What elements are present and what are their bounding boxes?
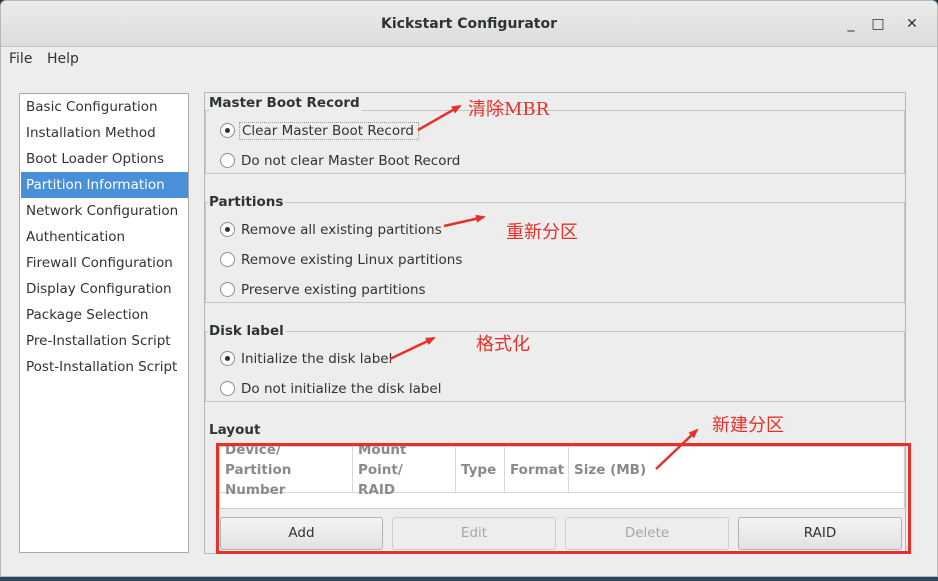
radio-label: Remove existing Linux partitions xyxy=(241,252,463,268)
sidebar-item-partition-information[interactable]: Partition Information xyxy=(21,172,188,198)
radio-indicator[interactable] xyxy=(220,123,235,138)
mbr-label: Master Boot Record xyxy=(209,95,362,111)
partitions-label: Partitions xyxy=(209,194,286,210)
radio-indicator[interactable] xyxy=(220,222,235,237)
radio-clear-mbr[interactable]: Clear Master Boot Record xyxy=(220,120,419,142)
sidebar-item-boot-loader-options[interactable]: Boot Loader Options xyxy=(21,146,188,172)
desktop-strip xyxy=(0,577,938,581)
radio-indicator[interactable] xyxy=(220,153,235,168)
annotation-mbr: 清除MBR xyxy=(468,99,550,120)
radio-label: Remove all existing partitions xyxy=(241,222,442,238)
disklabel-label: Disk label xyxy=(209,323,286,339)
sidebar-item-firewall-configuration[interactable]: Firewall Configuration xyxy=(21,250,188,276)
menu-file[interactable]: File xyxy=(9,51,32,67)
radio-do-not-clear-mbr[interactable]: Do not clear Master Boot Record xyxy=(220,150,460,172)
radio-indicator[interactable] xyxy=(220,351,235,366)
sidebar-item-installation-method[interactable]: Installation Method xyxy=(21,120,188,146)
sidebar-item-pre-installation-script[interactable]: Pre-Installation Script xyxy=(21,328,188,354)
radio-remove-all-partitions[interactable]: Remove all existing partitions xyxy=(220,219,442,241)
sidebar-item-basic-configuration[interactable]: Basic Configuration xyxy=(21,94,188,120)
annotation-layout: 新建分区 xyxy=(712,415,784,436)
minimize-button[interactable]: _ xyxy=(839,12,863,36)
annotation-disklabel: 格式化 xyxy=(476,334,530,355)
menu-bar: File Help xyxy=(1,47,937,73)
sidebar-item-post-installation-script[interactable]: Post-Installation Script xyxy=(21,354,188,380)
radio-indicator[interactable] xyxy=(220,282,235,297)
radio-label: Preserve existing partitions xyxy=(241,282,426,298)
layout-label: Layout xyxy=(209,422,263,438)
radio-remove-linux-partitions[interactable]: Remove existing Linux partitions xyxy=(220,249,462,271)
radio-label: Do not clear Master Boot Record xyxy=(241,153,461,169)
radio-label: Clear Master Boot Record xyxy=(239,122,419,140)
radio-label: Initialize the disk label xyxy=(241,351,393,367)
window-title: Kickstart Configurator xyxy=(381,16,557,32)
sidebar-item-display-configuration[interactable]: Display Configuration xyxy=(21,276,188,302)
radio-preserve-partitions[interactable]: Preserve existing partitions xyxy=(220,279,426,301)
sidebar-item-network-configuration[interactable]: Network Configuration xyxy=(21,198,188,224)
radio-label: Do not initialize the disk label xyxy=(241,381,442,397)
menu-help[interactable]: Help xyxy=(47,51,79,67)
radio-indicator[interactable] xyxy=(220,252,235,267)
title-bar: Kickstart Configurator _ □ ✕ xyxy=(1,1,937,47)
radio-do-not-initialize-disk-label[interactable]: Do not initialize the disk label xyxy=(220,378,441,400)
sidebar-list: Basic Configuration Installation Method … xyxy=(19,93,189,553)
radio-indicator[interactable] xyxy=(220,381,235,396)
sidebar-item-authentication[interactable]: Authentication xyxy=(21,224,188,250)
radio-initialize-disk-label[interactable]: Initialize the disk label xyxy=(220,348,392,370)
annotation-partitions: 重新分区 xyxy=(506,222,578,243)
close-button[interactable]: ✕ xyxy=(900,12,924,36)
maximize-button[interactable]: □ xyxy=(866,12,890,36)
annotation-highlight-box xyxy=(216,443,911,554)
sidebar-item-package-selection[interactable]: Package Selection xyxy=(21,302,188,328)
